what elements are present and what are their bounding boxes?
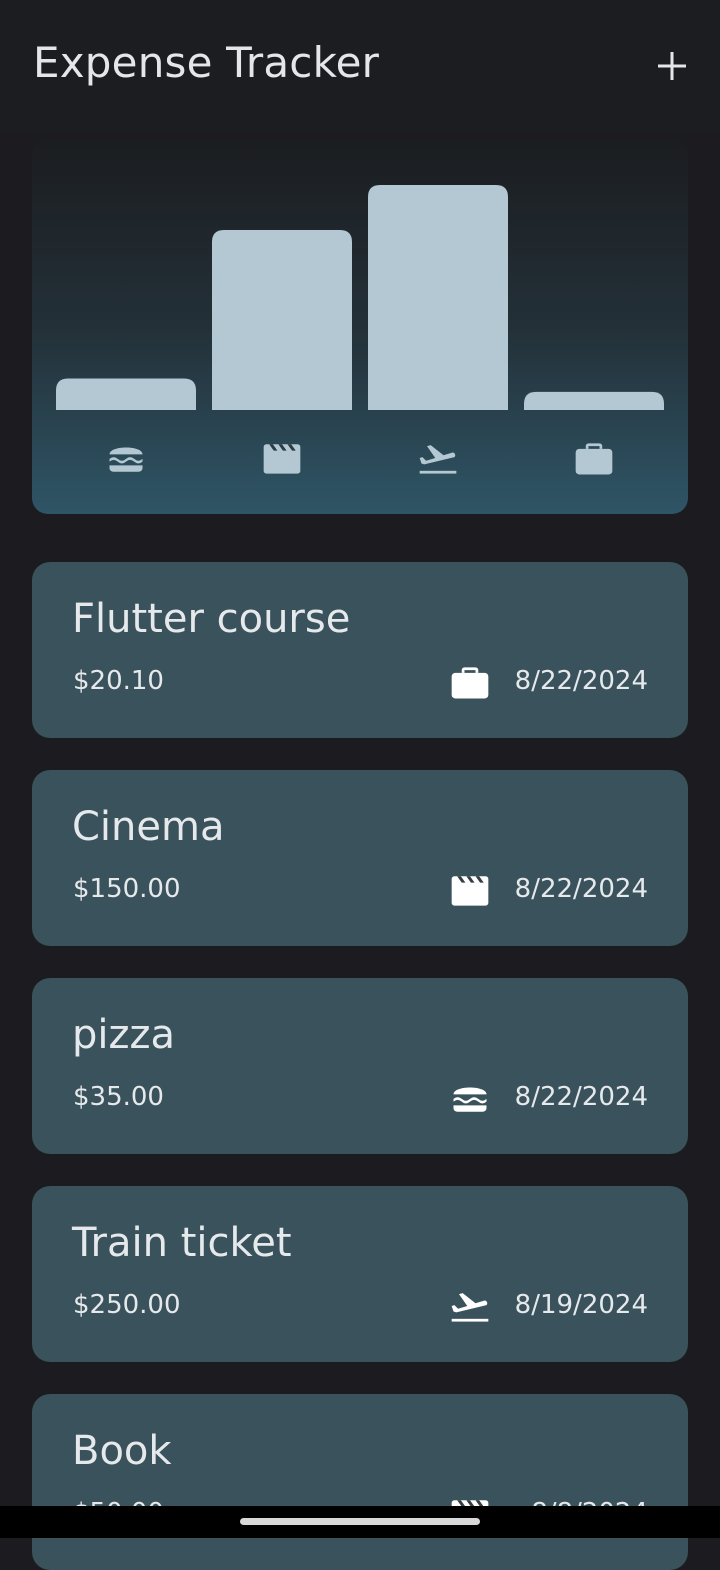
home-gesture-handle[interactable] [240,1518,480,1525]
expense-date: 8/22/2024 [514,874,648,904]
chart-category-work [572,436,616,480]
flight-takeoff-icon [419,445,457,474]
add-expense-button[interactable] [646,40,698,92]
expense-date: 8/22/2024 [514,666,648,696]
expense-item[interactable]: pizza $35.00 8/22/2024 [32,978,688,1154]
expense-title: Book [72,1428,172,1474]
app-bar: Expense Tracker [0,0,720,132]
expense-title: Cinema [72,804,225,850]
expense-date: 8/22/2024 [514,1082,648,1112]
plus-icon [658,52,686,80]
chart-bar-travel [368,185,508,410]
chart-bars [56,185,664,410]
chart-category-travel [416,436,460,480]
chart-bar-leisure [212,230,352,410]
expense-title: pizza [72,1012,176,1058]
expense-title: Flutter course [72,596,351,642]
expense-amount: $20.10 [73,666,164,696]
clapperboard-icon [451,876,489,906]
expense-chart [32,140,688,514]
expense-amount: $150.00 [73,874,181,904]
expense-category-icon [448,868,492,912]
expense-item[interactable]: Train ticket $250.00 8/19/2024 [32,1186,688,1362]
flight-takeoff-icon [451,1293,489,1322]
expense-item[interactable]: Cinema $150.00 8/22/2024 [32,770,688,946]
system-nav-bar [0,1506,720,1538]
expense-category-icon [448,660,492,704]
app-title: Expense Tracker [33,38,380,87]
briefcase-icon [575,443,613,475]
expense-item[interactable]: Flutter course $20.10 8/22/2024 [32,562,688,738]
expense-date: 8/19/2024 [514,1290,648,1320]
chart-bar-work [524,391,664,410]
burger-icon [453,1087,487,1112]
expense-amount: $250.00 [73,1290,181,1320]
burger-icon [109,447,143,472]
clapperboard-icon [263,444,301,474]
expense-item[interactable]: Book$50.008/8/2024 [32,1394,688,1570]
expense-category-icon [448,1284,492,1328]
chart-category-food [104,436,148,480]
briefcase-icon [451,667,489,699]
expense-title: Train ticket [72,1220,292,1266]
expense-category-icon [448,1076,492,1120]
expense-amount: $35.00 [73,1082,164,1112]
chart-category-leisure [260,436,304,480]
chart-bar-food [56,378,196,410]
